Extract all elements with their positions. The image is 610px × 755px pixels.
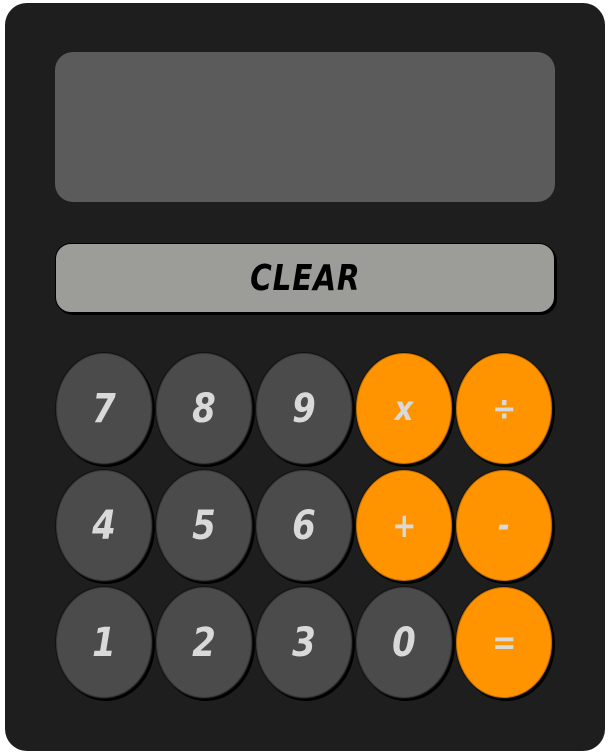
key-5-label: 5 (192, 502, 216, 549)
keypad: 7 8 9 x ÷ 4 5 6 + - 1 2 3 0 = (55, 352, 555, 702)
clear-button[interactable]: CLEAR (55, 243, 555, 313)
key-9-label: 9 (292, 385, 316, 432)
divide-button[interactable]: ÷ (455, 352, 553, 465)
key-2[interactable]: 2 (155, 586, 253, 699)
clear-button-label: CLEAR (249, 257, 361, 299)
key-2-label: 2 (192, 619, 216, 666)
key-0[interactable]: 0 (355, 586, 453, 699)
key-7[interactable]: 7 (55, 352, 153, 465)
key-8-label: 8 (192, 385, 216, 432)
key-9[interactable]: 9 (255, 352, 353, 465)
key-4-label: 4 (92, 502, 116, 549)
key-7-label: 7 (92, 385, 116, 432)
key-3-label: 3 (292, 619, 316, 666)
key-6-label: 6 (292, 502, 316, 549)
multiply-button[interactable]: x (355, 352, 453, 465)
equals-label: = (491, 622, 517, 663)
multiply-label: x (394, 388, 414, 429)
key-8[interactable]: 8 (155, 352, 253, 465)
divide-label: ÷ (491, 388, 517, 429)
calculator-body: CLEAR 7 8 9 x ÷ 4 5 6 + - 1 2 3 0 = (5, 3, 605, 751)
equals-button[interactable]: = (455, 586, 553, 699)
key-0-label: 0 (392, 619, 416, 666)
key-4[interactable]: 4 (55, 469, 153, 582)
add-label: + (391, 505, 417, 546)
add-button[interactable]: + (355, 469, 453, 582)
subtract-label: - (497, 505, 511, 546)
key-1-label: 1 (92, 619, 116, 666)
key-5[interactable]: 5 (155, 469, 253, 582)
calculator-display (55, 52, 555, 202)
key-1[interactable]: 1 (55, 586, 153, 699)
key-3[interactable]: 3 (255, 586, 353, 699)
key-6[interactable]: 6 (255, 469, 353, 582)
subtract-button[interactable]: - (455, 469, 553, 582)
